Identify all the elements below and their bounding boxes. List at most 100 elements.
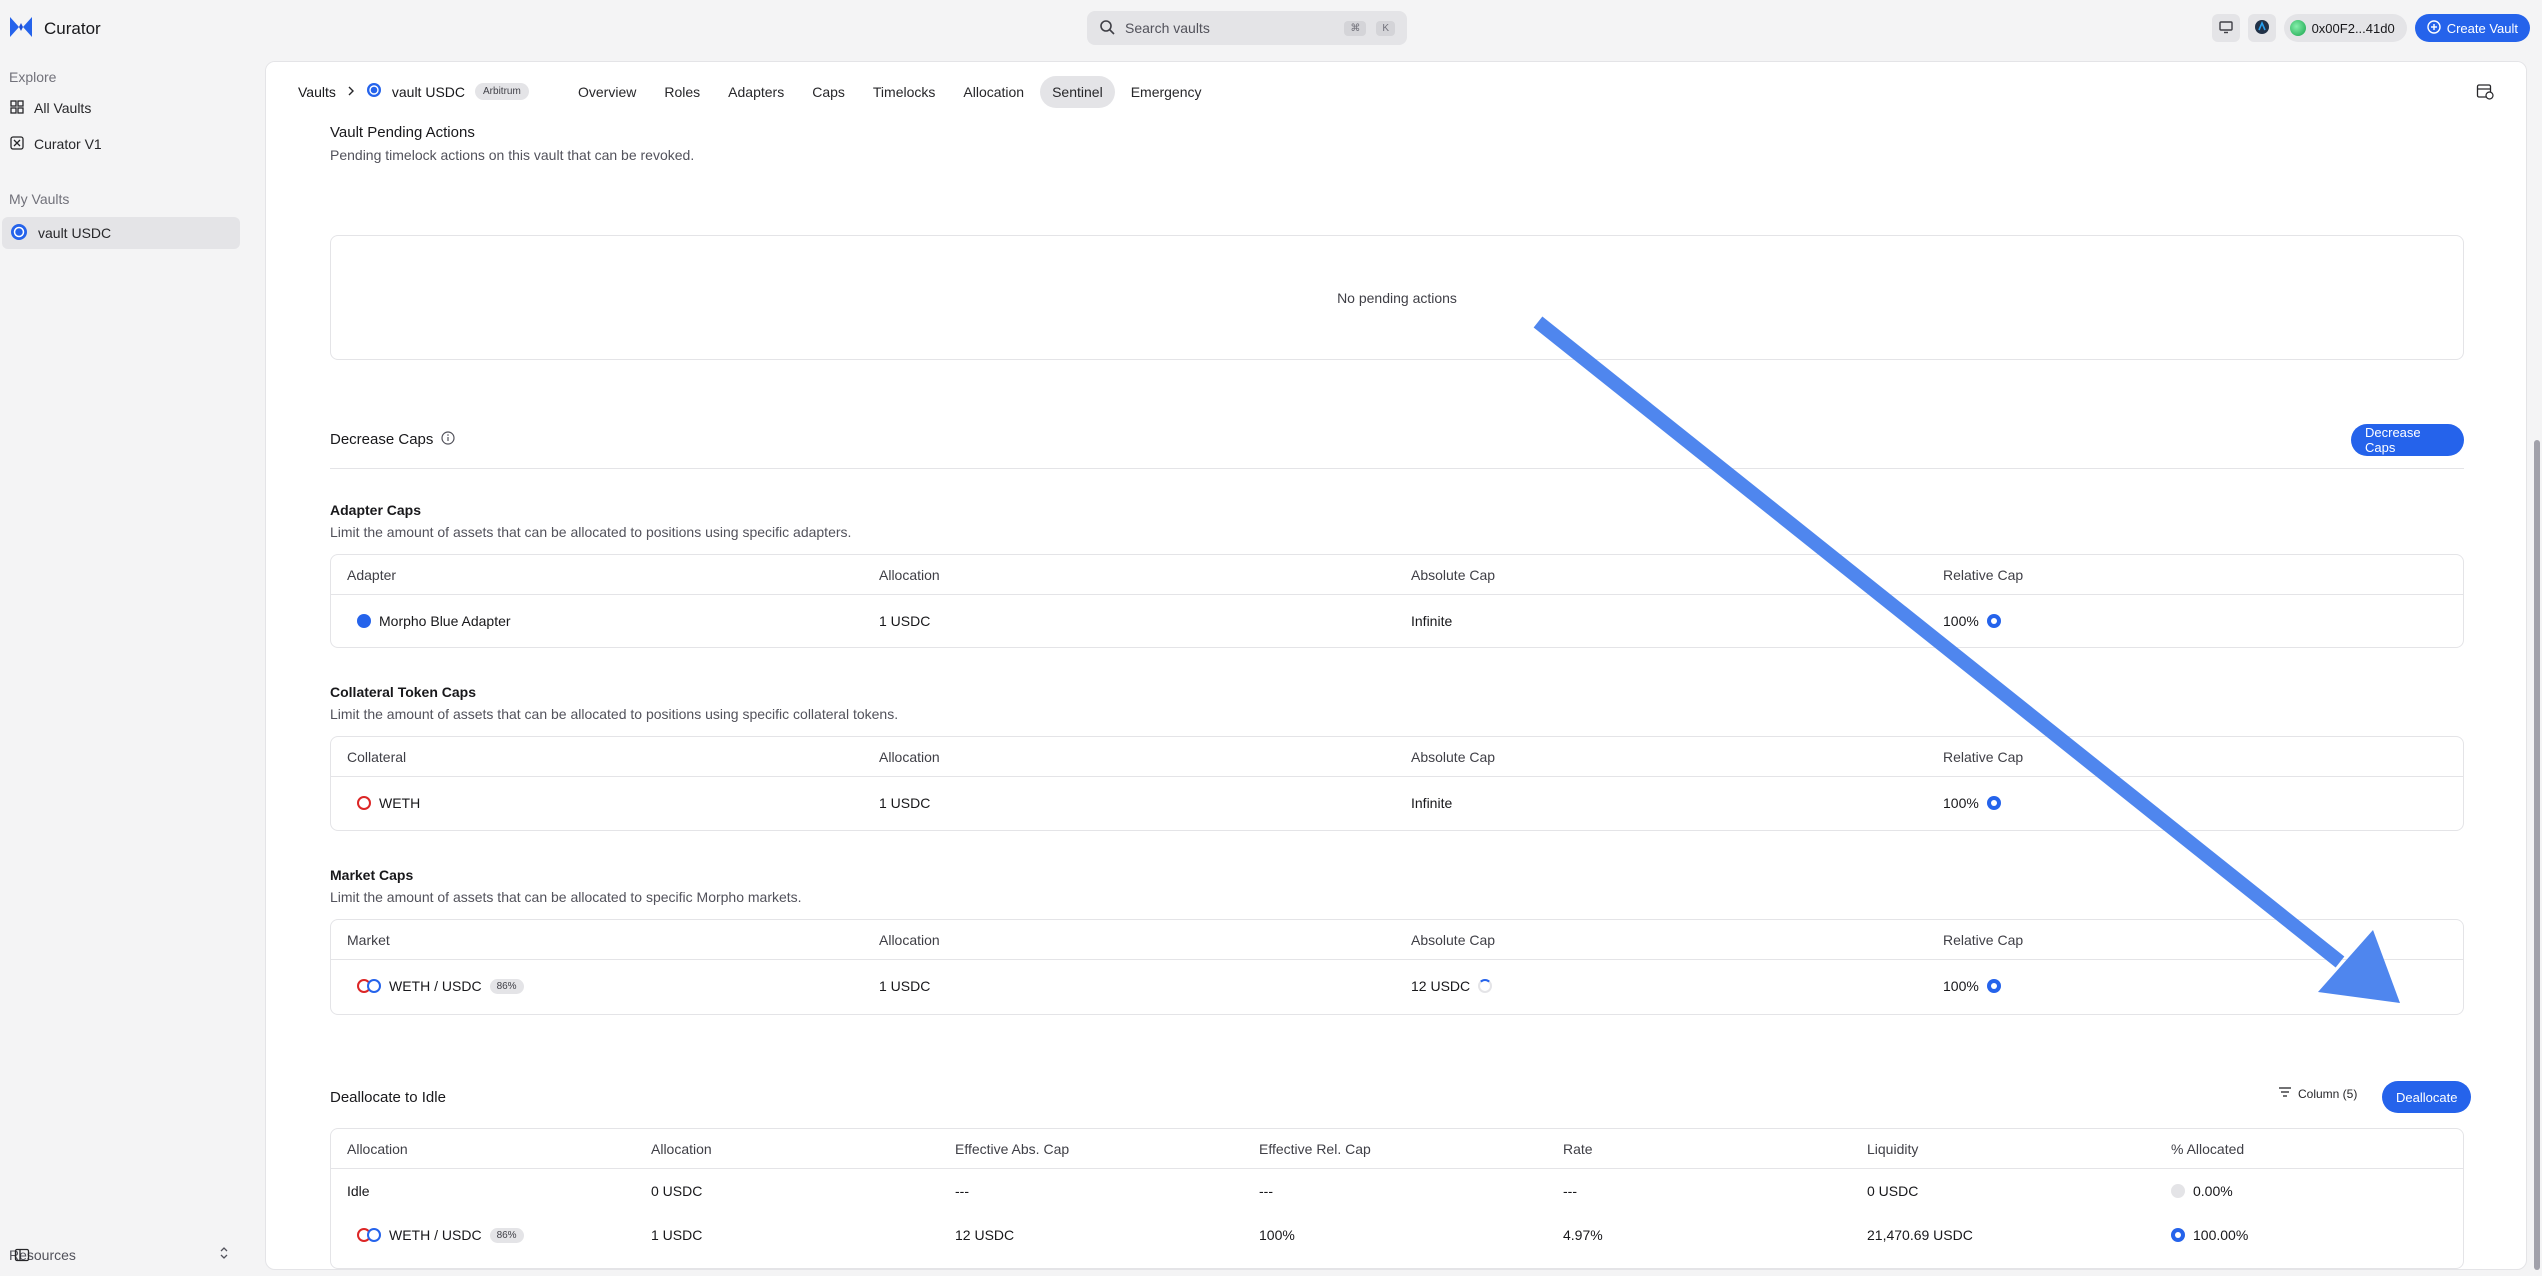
pending-empty-text: No pending actions — [1337, 289, 1457, 306]
decrease-caps-title: Decrease Caps — [330, 431, 434, 448]
panel-left-icon — [14, 1248, 30, 1266]
decrease-caps-button[interactable]: Decrease Caps — [2351, 424, 2464, 456]
sidebar-item-label: Curator V1 — [34, 136, 102, 152]
sidebar-toggle-button[interactable] — [14, 1247, 30, 1266]
tab-overview[interactable]: Overview — [566, 76, 648, 108]
monitor-icon — [2218, 20, 2233, 37]
adapter-absolute-cap: Infinite — [1411, 613, 1453, 629]
pending-title: Vault Pending Actions — [330, 124, 475, 141]
sidebar-item-all-vaults[interactable]: All Vaults — [2, 92, 240, 124]
table-row[interactable]: Idle 0 USDC --- --- --- 0 USDC 0.00% — [331, 1169, 2463, 1213]
lltv-badge: 86% — [489, 1227, 524, 1243]
collateral-allocation: 1 USDC — [879, 795, 931, 811]
create-vault-button[interactable]: Create Vault — [2414, 14, 2530, 42]
filter-icon — [2278, 1086, 2292, 1101]
display-button[interactable] — [2211, 14, 2240, 42]
top-bar: Curator Search vaults ⌘ K 0x00F2...41d0 — [0, 0, 2542, 60]
market-name: WETH / USDC — [389, 978, 482, 994]
tab-sentinel[interactable]: Sentinel — [1040, 76, 1115, 108]
wallet-button[interactable]: 0x00F2...41d0 — [2283, 14, 2407, 42]
curator-v1-icon — [10, 135, 24, 153]
collateral-caps-table: Collateral Allocation Absolute Cap Relat… — [330, 736, 2464, 831]
resources-toggle[interactable]: Resources — [9, 1246, 229, 1263]
col-effective-abs-cap: Effective Abs. Cap — [955, 1140, 1070, 1157]
adapter-allocation: 1 USDC — [879, 613, 931, 629]
network-badge: Arbitrum — [475, 83, 529, 100]
row-liquidity: 0 USDC — [1867, 1183, 1919, 1199]
table-header: Collateral Allocation Absolute Cap Relat… — [331, 737, 2463, 777]
sidebar-item-label: vault USDC — [38, 225, 112, 241]
weth-icon — [357, 796, 371, 810]
adapter-caps-description: Limit the amount of assets that can be a… — [330, 524, 852, 540]
table-row: WETH 1 USDC Infinite 100% — [331, 777, 2463, 829]
row-rate: 4.97% — [1563, 1227, 1603, 1243]
table-header: Allocation Allocation Effective Abs. Cap… — [331, 1129, 2463, 1169]
network-button[interactable] — [2247, 14, 2276, 42]
tab-allocation[interactable]: Allocation — [951, 76, 1036, 108]
col-liquidity: Liquidity — [1867, 1140, 1919, 1157]
table-row: Morpho Blue Adapter 1 USDC Infinite 100% — [331, 595, 2463, 647]
row-rel-cap: 100% — [1259, 1227, 1295, 1243]
column-filter-button[interactable]: Column (5) — [2278, 1086, 2357, 1101]
sidebar: Explore All Vaults Curator V1 My Vaults … — [0, 60, 260, 1276]
relative-cap-indicator-icon — [1986, 796, 2001, 810]
sidebar-item-vault-usdc[interactable]: vault USDC — [2, 217, 240, 249]
allocation-indicator-icon — [2171, 1228, 2185, 1242]
relative-cap-indicator-icon — [1986, 614, 2001, 628]
col-relative-cap: Relative Cap — [1943, 931, 2024, 948]
explore-heading: Explore — [9, 69, 57, 85]
row-allocation: 1 USDC — [651, 1227, 703, 1243]
plus-circle-icon — [2427, 19, 2441, 37]
collateral-caps-description: Limit the amount of assets that can be a… — [330, 706, 899, 722]
col-relative-cap: Relative Cap — [1943, 748, 2024, 765]
deallocate-title: Deallocate to Idle — [330, 1089, 446, 1106]
calendar-button[interactable] — [2476, 82, 2494, 103]
morpho-icon — [357, 614, 371, 628]
calendar-clock-icon — [2476, 84, 2494, 103]
col-absolute-cap: Absolute Cap — [1411, 566, 1496, 583]
collateral-name: WETH — [379, 795, 421, 811]
column-filter-label: Column (5) — [2298, 1086, 2358, 1101]
col-absolute-cap: Absolute Cap — [1411, 931, 1496, 948]
col-allocation: Allocation — [879, 931, 940, 948]
wallet-address: 0x00F2...41d0 — [2311, 20, 2395, 36]
weth-usdc-pair-icon — [357, 979, 381, 993]
col-allocation: Allocation — [879, 748, 940, 765]
page-scrollbar[interactable] — [2534, 440, 2540, 1270]
deallocate-table: Allocation Allocation Effective Abs. Cap… — [330, 1128, 2464, 1269]
table-row[interactable]: WETH / USDC 86% 1 USDC 12 USDC 100% 4.97… — [331, 1213, 2463, 1257]
shortcut-key-k: K — [1376, 20, 1395, 36]
grid-icon — [10, 99, 24, 117]
shortcut-key-cmd: ⌘ — [1344, 20, 1367, 36]
row-abs-cap: 12 USDC — [955, 1227, 1015, 1243]
allocation-indicator-icon — [2171, 1184, 2185, 1198]
create-vault-label: Create Vault — [2446, 20, 2518, 36]
weth-usdc-pair-icon — [357, 1228, 381, 1242]
main-panel: Vaults vault USDC Arbitrum Overview Role… — [265, 61, 2527, 1270]
market-caps-title: Market Caps — [330, 867, 414, 883]
adapter-caps-title: Adapter Caps — [330, 502, 422, 518]
tab-adapters[interactable]: Adapters — [716, 76, 796, 108]
info-icon[interactable] — [441, 431, 455, 448]
row-allocation: 0 USDC — [651, 1183, 703, 1199]
tab-emergency[interactable]: Emergency — [1119, 76, 1214, 108]
relative-cap-indicator-icon — [1986, 979, 2001, 993]
table-header: Adapter Allocation Absolute Cap Relative… — [331, 555, 2463, 595]
row-liquidity: 21,470.69 USDC — [1867, 1227, 1973, 1243]
col-market: Market — [347, 931, 390, 948]
breadcrumb-vaults[interactable]: Vaults — [298, 84, 336, 100]
adapter-relative-cap: 100% — [1943, 613, 1979, 629]
breadcrumb-vault[interactable]: vault USDC — [392, 84, 465, 100]
breadcrumb: Vaults vault USDC Arbitrum — [298, 82, 529, 101]
brand[interactable]: Curator — [8, 14, 101, 43]
adapter-caps-table: Adapter Allocation Absolute Cap Relative… — [330, 554, 2464, 648]
app-title: Curator — [44, 18, 101, 38]
deallocate-button[interactable]: Deallocate — [2382, 1081, 2472, 1113]
tab-roles[interactable]: Roles — [652, 76, 712, 108]
tab-timelocks[interactable]: Timelocks — [861, 76, 948, 108]
tab-caps[interactable]: Caps — [800, 76, 857, 108]
search-icon — [1099, 19, 1115, 38]
col-rate: Rate — [1563, 1140, 1593, 1157]
sidebar-item-curator-v1[interactable]: Curator V1 — [2, 128, 240, 160]
search-input[interactable]: Search vaults ⌘ K — [1087, 11, 1407, 45]
